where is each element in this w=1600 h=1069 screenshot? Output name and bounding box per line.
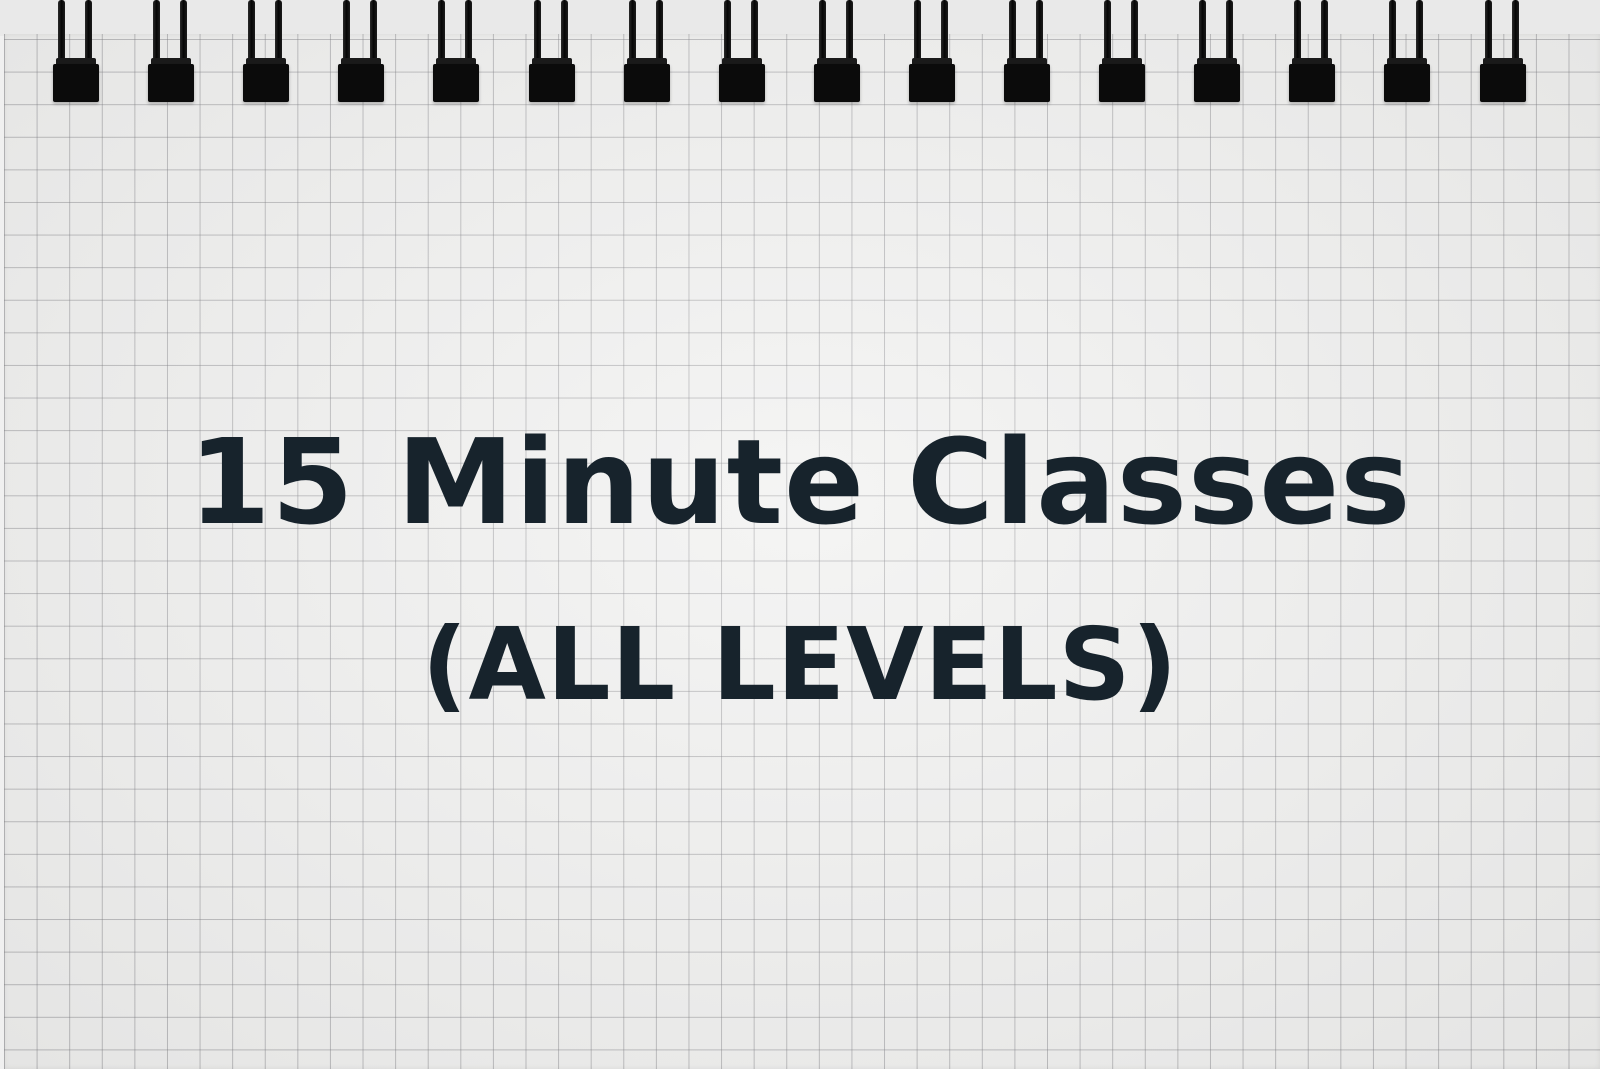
binding-ring [1383,0,1431,104]
binding-ring [432,0,480,104]
binding-ring [528,0,576,104]
binding-ring [718,0,766,104]
binding-hole [908,64,955,102]
binding-hole [338,64,385,102]
binding-ring [1193,0,1241,104]
binding-ring [908,0,956,104]
binding-ring [147,0,195,104]
binding-hole [1004,64,1050,102]
binding-hole [528,64,575,102]
binding-hole [718,64,765,102]
binding-ring [1288,0,1336,104]
binding-hole [1099,64,1146,102]
binding-ring [337,0,385,104]
binding-ring [1003,0,1051,104]
binding-ring [623,0,671,104]
spiral-binding [0,0,1600,110]
binding-ring [1098,0,1146,104]
binding-hole [53,64,99,102]
binding-hole [813,64,860,102]
binding-hole [1479,64,1526,102]
binding-hole [148,64,195,102]
headline-title: 15 Minute Classes [188,413,1412,551]
graph-paper-notebook: 15 Minute Classes (ALL LEVELS) [0,0,1600,1069]
binding-hole [243,64,290,102]
binding-ring [813,0,861,104]
binding-hole [1384,64,1431,102]
binding-hole [433,64,480,102]
binding-hole [1289,64,1336,102]
binding-ring [242,0,290,104]
headline-subtitle: (ALL LEVELS) [421,606,1179,723]
binding-hole [1194,64,1241,102]
binding-hole [623,64,670,102]
binding-ring [52,0,100,104]
binding-ring [1479,0,1527,104]
